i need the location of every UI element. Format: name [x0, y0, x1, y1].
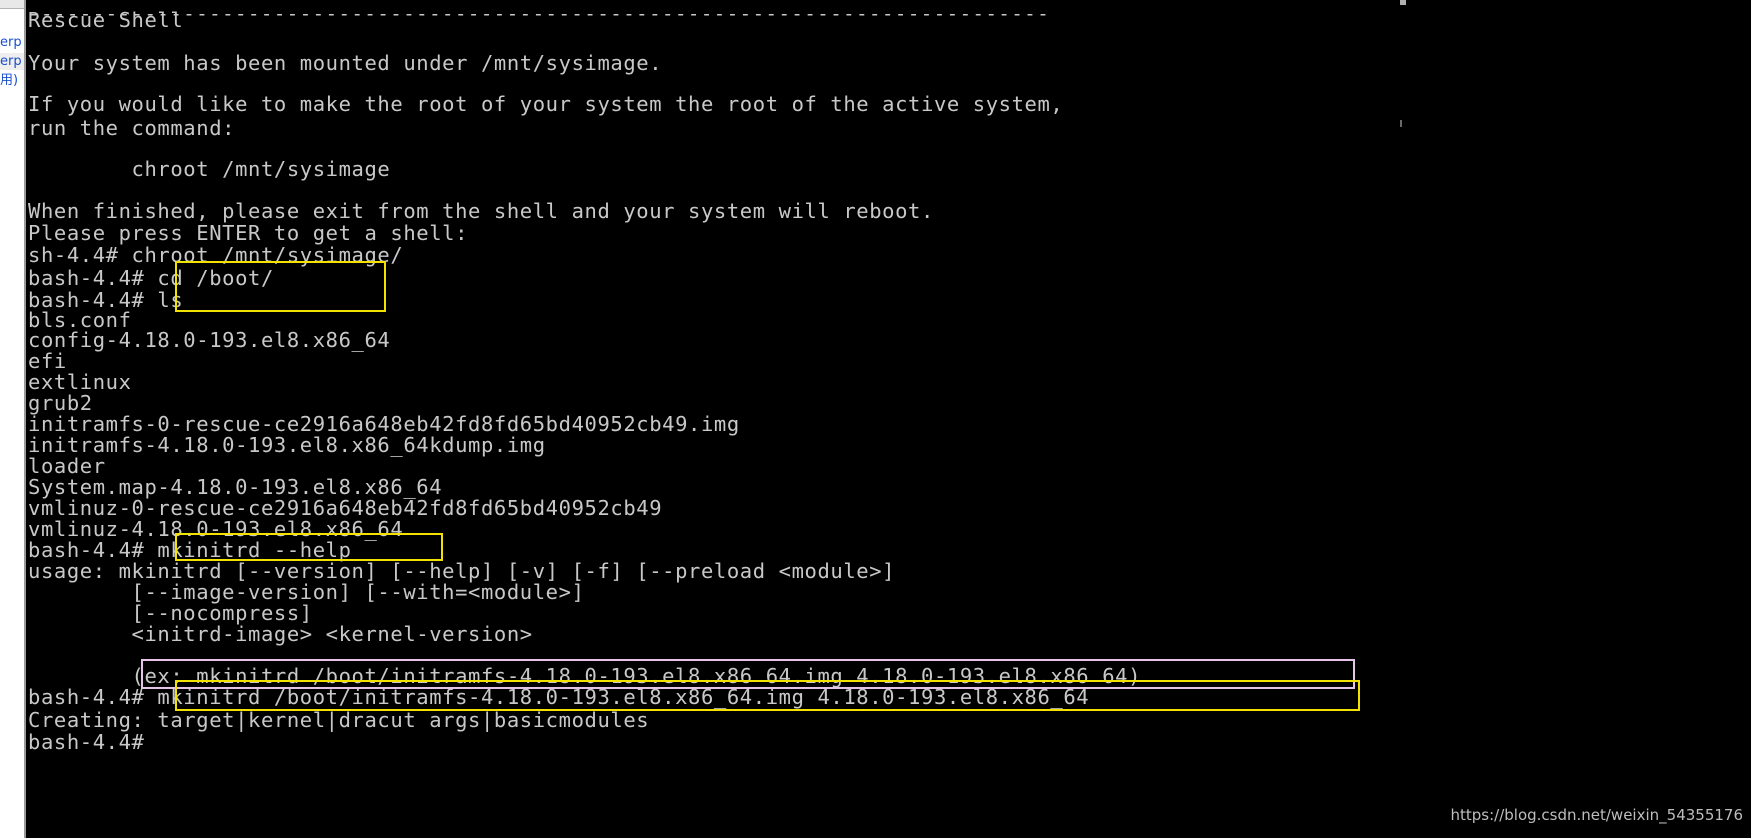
terminal-line: config-4.18.0-193.el8.x86_64 [28, 328, 391, 352]
terminal-line: chroot /mnt/sysimage [28, 157, 391, 181]
terminal-line: bash-4.4# cd /boot/ [28, 266, 274, 290]
terminal-line: run the command: [28, 116, 236, 140]
terminal-line: If you would like to make the root of yo… [28, 92, 1064, 116]
screen-root: erp erp 用) -----------------------------… [0, 0, 1751, 838]
background-link-row-1[interactable]: erp [0, 34, 24, 51]
terminal-line: bash-4.4# mkinitrd /boot/initramfs-4.18.… [28, 685, 1090, 709]
terminal-line: sh-4.4# chroot /mnt/sysimage/ [28, 243, 404, 267]
terminal-line: Creating: target|kernel|dracut args|basi… [28, 708, 650, 732]
terminal-line: Please press ENTER to get a shell: [28, 221, 469, 245]
terminal-line: Rescue Shell [28, 8, 184, 32]
rescue-shell-terminal[interactable]: ----------------------------------------… [26, 0, 1751, 838]
background-window-titlebar [0, 0, 26, 9]
background-link-row-2[interactable]: erp [0, 53, 24, 70]
terminal-line: When finished, please exit from the shel… [28, 199, 934, 223]
watermark-url: https://blog.csdn.net/weixin_54355176 [1450, 806, 1743, 824]
terminal-line: Your system has been mounted under /mnt/… [28, 51, 663, 75]
terminal-line: bash-4.4# [28, 730, 145, 754]
scrollbar-nub [1400, 0, 1406, 5]
background-link-row-3[interactable]: 用) [0, 72, 24, 89]
background-window-sliver[interactable]: erp erp 用) [0, 0, 26, 838]
window-edge-tick [1400, 120, 1402, 127]
terminal-line: <initrd-image> <kernel-version> [28, 622, 533, 646]
